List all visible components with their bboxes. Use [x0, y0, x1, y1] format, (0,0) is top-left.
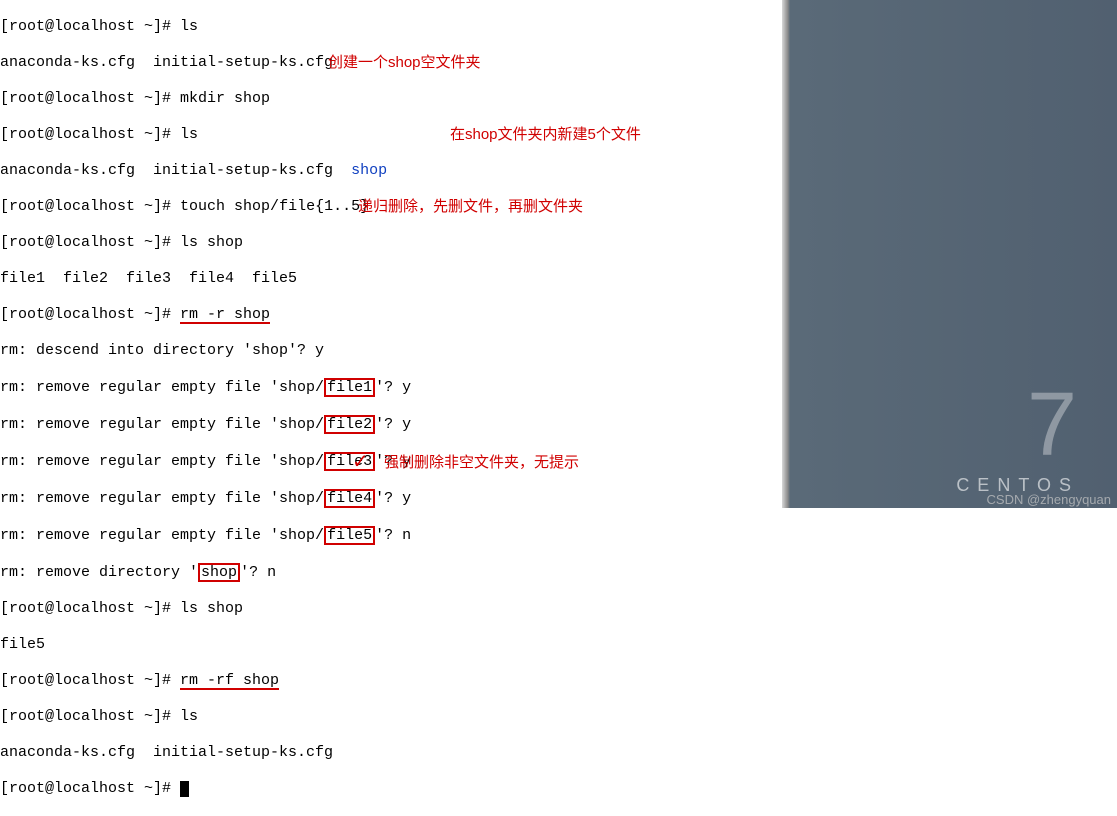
cmd: ls shop [180, 234, 243, 251]
output: '? n [375, 527, 411, 544]
cmd: ls [180, 126, 198, 143]
file-boxed: file5 [324, 526, 375, 545]
cmd: touch shop/file{1..5} [180, 198, 369, 215]
prompt: [root@localhost ~]# [0, 780, 171, 797]
prompt: [root@localhost ~]# [0, 18, 171, 35]
output: rm: remove regular empty file 'shop/ [0, 453, 324, 470]
cmd: ls [180, 708, 198, 725]
prompt: [root@localhost ~]# [0, 708, 171, 725]
prompt: [root@localhost ~]# [0, 600, 171, 617]
prompt: [root@localhost ~]# [0, 672, 171, 689]
output: '? y [375, 379, 411, 396]
output: file1 file2 file3 file4 file5 [0, 270, 782, 288]
output: rm: remove directory ' [0, 564, 198, 581]
prompt: [root@localhost ~]# [0, 234, 171, 251]
output: rm: remove regular empty file 'shop/ [0, 490, 324, 507]
cursor-icon [180, 781, 189, 797]
cmd-highlighted: rm -r shop [180, 308, 270, 324]
desktop-wallpaper: 7 CENTOS [782, 0, 1117, 508]
centos-version: 7 [1027, 380, 1077, 470]
cmd: ls [180, 18, 198, 35]
file-boxed: file1 [324, 378, 375, 397]
prompt: [root@localhost ~]# [0, 198, 171, 215]
file-boxed: file2 [324, 415, 375, 434]
output: rm: remove regular empty file 'shop/ [0, 379, 324, 396]
output: '? n [240, 564, 276, 581]
output: anaconda-ks.cfg initial-setup-ks.cfg [0, 744, 782, 762]
prompt: [root@localhost ~]# [0, 90, 171, 107]
annotation: 强制删除非空文件夹，无提示 [384, 454, 579, 472]
output: file5 [0, 636, 782, 654]
checkmark-icon: ✓ [352, 450, 369, 474]
cmd: ls shop [180, 600, 243, 617]
output: rm: remove regular empty file 'shop/ [0, 527, 324, 544]
prompt: [root@localhost ~]# [0, 126, 171, 143]
watermark: CSDN @zhengyquan [987, 492, 1111, 508]
terminal-output[interactable]: [root@localhost ~]# ls anaconda-ks.cfg i… [0, 0, 782, 508]
output: '? y [375, 490, 411, 507]
output: '? y [375, 416, 411, 433]
cmd: mkdir shop [180, 90, 270, 107]
prompt: [root@localhost ~]# [0, 306, 171, 323]
annotation: 在shop文件夹内新建5个文件 [450, 126, 641, 144]
output: rm: remove regular empty file 'shop/ [0, 416, 324, 433]
cmd-highlighted: rm -rf shop [180, 674, 279, 690]
dir-boxed: shop [198, 563, 240, 582]
file-boxed: file4 [324, 489, 375, 508]
annotation: 创建一个shop空文件夹 [328, 54, 481, 72]
output: anaconda-ks.cfg initial-setup-ks.cfg [0, 162, 351, 179]
directory: shop [351, 162, 387, 179]
output: rm: descend into directory 'shop'? y [0, 342, 782, 360]
annotation: 递归删除，先删文件，再删文件夹 [358, 198, 583, 216]
